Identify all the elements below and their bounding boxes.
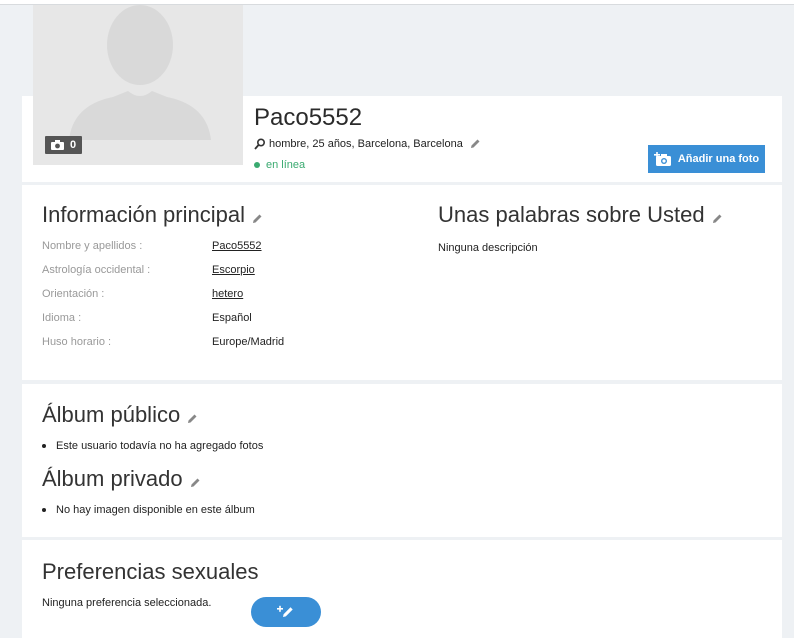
about-text: Ninguna descripción xyxy=(438,242,538,254)
online-status: en línea xyxy=(254,159,305,171)
online-dot-icon xyxy=(254,162,260,168)
preferences-card xyxy=(22,540,782,638)
preferences-title: Preferencias sexuales xyxy=(42,559,258,585)
camera-plus-icon xyxy=(653,151,671,166)
info-title: Información principal xyxy=(42,202,263,228)
list-item: Este usuario todavía no ha agregado foto… xyxy=(42,440,263,452)
profile-meta-text: hombre, 25 años, Barcelona, Barcelona xyxy=(269,138,463,150)
edit-preferences-button[interactable] xyxy=(251,597,321,627)
pencil-plus-icon xyxy=(277,605,293,617)
private-album-title-text: Álbum privado xyxy=(42,466,183,491)
field-label-name: Nombre y apellidos : xyxy=(42,240,143,252)
field-label-language: Idioma : xyxy=(42,312,82,324)
public-album-title-text: Álbum público xyxy=(42,402,181,427)
pencil-icon[interactable] xyxy=(711,213,723,225)
field-value-orientation[interactable]: hetero xyxy=(212,288,243,300)
add-photo-label: Añadir una foto xyxy=(677,153,760,165)
private-album-title: Álbum privado xyxy=(42,466,201,492)
online-status-text: en línea xyxy=(266,159,306,171)
pencil-icon[interactable] xyxy=(251,213,263,225)
public-album-title: Álbum público xyxy=(42,402,198,428)
list-item: No hay imagen disponible en este álbum xyxy=(42,504,255,516)
photo-count-value: 0 xyxy=(70,139,77,151)
about-title: Unas palabras sobre Usted xyxy=(438,202,723,228)
profile-username: Paco5552 xyxy=(254,104,363,131)
preferences-text: Ninguna preferencia seleccionada. xyxy=(42,597,212,609)
pencil-icon[interactable] xyxy=(469,138,481,150)
field-value-timezone: Europe/Madrid xyxy=(212,336,285,348)
field-value-name[interactable]: Paco5552 xyxy=(212,240,262,252)
profile-meta: hombre, 25 años, Barcelona, Barcelona xyxy=(254,138,481,150)
field-label-timezone: Huso horario : xyxy=(42,336,112,348)
location-pin-icon xyxy=(254,138,266,150)
field-label-astrology: Astrología occidental : xyxy=(42,264,151,276)
field-label-orientation: Orientación : xyxy=(42,288,105,300)
photo-count-badge[interactable]: 0 xyxy=(45,136,83,154)
bullet-icon xyxy=(42,508,46,512)
camera-icon xyxy=(51,140,64,150)
field-value-astrology[interactable]: Escorpio xyxy=(212,264,255,276)
private-album-text: No hay imagen disponible en este álbum xyxy=(56,504,255,516)
public-album-text: Este usuario todavía no ha agregado foto… xyxy=(56,440,264,452)
about-title-text: Unas palabras sobre Usted xyxy=(438,202,705,227)
preferences-title-text: Preferencias sexuales xyxy=(42,559,259,584)
pencil-icon[interactable] xyxy=(189,477,201,489)
field-value-language: Español xyxy=(212,312,252,324)
bullet-icon xyxy=(42,444,46,448)
add-photo-button[interactable]: Añadir una foto xyxy=(648,145,765,173)
info-title-text: Información principal xyxy=(42,202,245,227)
pencil-icon[interactable] xyxy=(186,413,198,425)
